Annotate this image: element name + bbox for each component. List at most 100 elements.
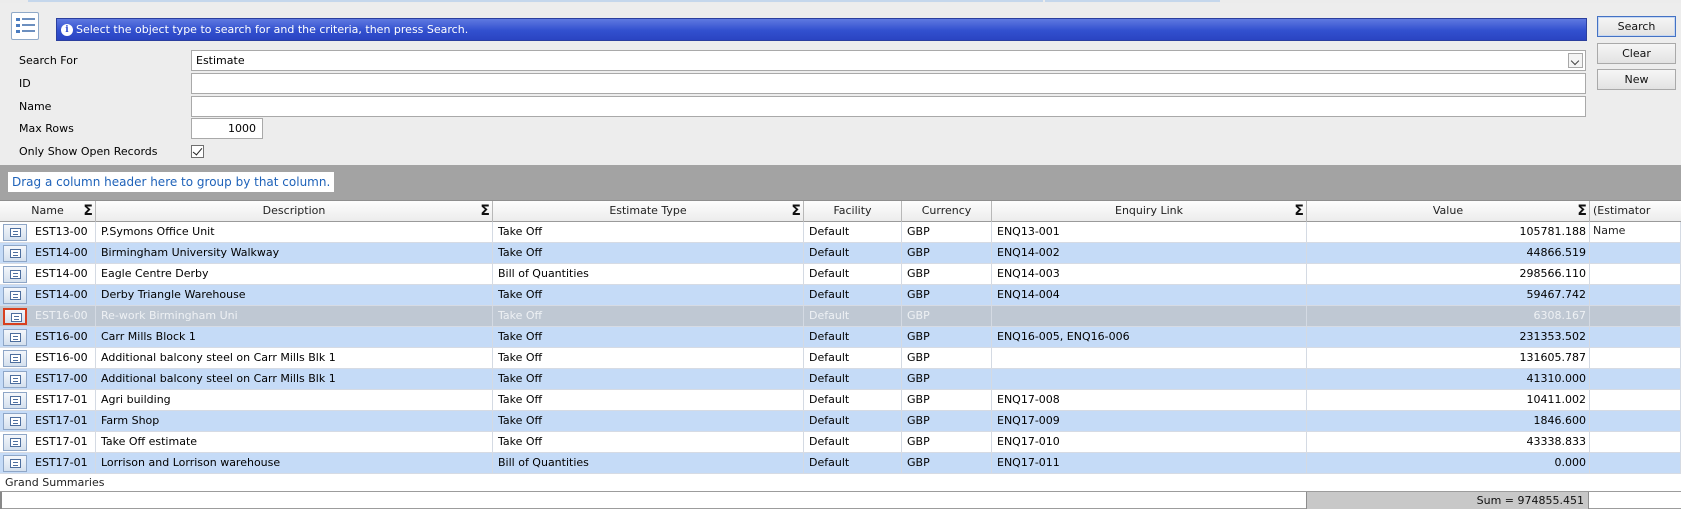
column-header-value[interactable]: Value Σ [1307,201,1590,222]
cell-enquiry: ENQ17-009 [992,411,1307,431]
open-record-icon[interactable] [3,224,27,241]
open-record-icon[interactable] [3,266,27,283]
open-record-icon[interactable] [3,245,27,262]
open-record-icon[interactable] [3,287,27,304]
grand-summaries-label: Grand Summaries [5,476,105,489]
column-header-estimate-type[interactable]: Estimate Type Σ [493,201,804,222]
table-row[interactable]: EST14-00 Derby Triangle Warehouse Take Off… [0,285,1681,306]
cell-facility: Default [804,222,902,242]
value-sum: Sum = 974855.451 [1306,492,1589,509]
cell-type: Take Off [493,411,804,431]
column-header-facility[interactable]: Facility [804,201,902,222]
cell-estimator-name [1590,285,1681,305]
open-records-checkbox[interactable] [191,145,204,158]
cell-currency: GBP [902,243,992,263]
name-input[interactable] [191,96,1586,117]
cell-currency: GBP [902,411,992,431]
cell-estimator-name [1590,432,1681,452]
cell-estimator-name [1590,411,1681,431]
cell-value: 41310.000 [1307,369,1590,389]
cell-type: Take Off [493,222,804,242]
table-row[interactable]: EST16-00 Re-work Birmingham Uni Take Off De… [0,306,1681,327]
cell-name: EST14-00 [30,264,96,284]
open-record-icon[interactable] [3,308,27,325]
open-record-icon[interactable] [3,329,27,346]
group-by-hint: Drag a column header here to group by th… [8,172,335,192]
table-row[interactable]: EST17-00 Additional balcony steel on Carr… [0,369,1681,390]
column-header-name[interactable]: Name Σ [0,201,96,222]
cell-enquiry: ENQ17-010 [992,432,1307,452]
cell-facility: Default [804,243,902,263]
cell-type: Bill of Quantities [493,453,804,473]
cell-name: EST17-01 [30,432,96,452]
name-label: Name [19,100,52,113]
search-button[interactable]: Search [1597,16,1676,37]
cell-name: EST14-00 [30,285,96,305]
cell-facility: Default [804,285,902,305]
grid-header: Name Σ Description Σ Estimate Type Σ Facili… [0,201,1681,237]
max-rows-input[interactable]: 1000 [191,118,263,139]
cell-value: 43338.833 [1307,432,1590,452]
cell-currency: GBP [902,348,992,368]
table-row[interactable]: EST13-00 P.Symons Office Unit Take Off Defa… [0,222,1681,243]
results-grid: Name Σ Description Σ Estimate Type Σ Facili… [0,200,1681,514]
sigma-icon[interactable]: Σ [791,202,801,220]
cell-type: Take Off [493,348,804,368]
cell-name: EST16-00 [30,348,96,368]
sigma-icon[interactable]: Σ [83,202,93,220]
cell-type: Take Off [493,390,804,410]
column-header-currency[interactable]: Currency [902,201,992,222]
info-message: Select the object type to search for and… [76,23,469,36]
cell-estimator-name [1590,453,1681,473]
table-row[interactable]: EST17-01 Lorrison and Lorrison warehouse B… [0,453,1681,474]
table-row[interactable]: EST14-00 Birmingham University Walkway Tak… [0,243,1681,264]
search-for-select[interactable]: Estimate [191,50,1586,71]
open-record-icon[interactable] [3,434,27,451]
cell-estimator-name [1590,222,1681,242]
column-header-description[interactable]: Description Σ [96,201,493,222]
table-row[interactable]: EST14-00 Eagle Centre Derby Bill of Quanti… [0,264,1681,285]
cell-facility: Default [804,327,902,347]
cell-estimator-name [1590,327,1681,347]
cell-currency: GBP [902,327,992,347]
grand-summaries-row: Sum = 974855.451 [0,491,1681,509]
sigma-icon[interactable]: Σ [1294,202,1304,220]
sigma-icon[interactable]: Σ [1577,202,1587,220]
table-row[interactable]: EST16-00 Carr Mills Block 1 Take Off Defaul… [0,327,1681,348]
cell-estimator-name [1590,306,1681,326]
cell-name: EST16-00 [30,327,96,347]
open-record-icon[interactable] [3,413,27,430]
cell-facility: Default [804,306,902,326]
chevron-down-icon[interactable] [1568,53,1583,68]
clear-button[interactable]: Clear [1597,43,1676,64]
cell-description: Birmingham University Walkway [96,243,493,263]
search-form-icon [11,12,39,40]
open-record-icon[interactable] [3,350,27,367]
cell-description: Eagle Centre Derby [96,264,493,284]
column-header-enquiry-link[interactable]: Enquiry Link Σ [992,201,1307,222]
cell-type: Take Off [493,369,804,389]
table-row[interactable]: EST17-01 Farm Shop Take Off Default GBP ENQ17… [0,411,1681,432]
cell-currency: GBP [902,432,992,452]
id-input[interactable] [191,73,1586,94]
cell-estimator-name [1590,348,1681,368]
cell-type: Bill of Quantities [493,264,804,284]
group-by-panel[interactable]: Drag a column header here to group by th… [0,165,1681,200]
cell-facility: Default [804,369,902,389]
table-row[interactable]: EST17-01 Agri building Take Off Default GBP E… [0,390,1681,411]
open-record-icon[interactable] [3,371,27,388]
sigma-icon[interactable]: Σ [480,202,490,220]
table-row[interactable]: EST16-00 Additional balcony steel on Carr… [0,348,1681,369]
cell-currency: GBP [902,390,992,410]
table-row[interactable]: EST17-01 Take Off estimate Take Off Default… [0,432,1681,453]
cell-name: EST17-01 [30,453,96,473]
open-record-icon[interactable] [3,392,27,409]
column-header-estimator-name[interactable]: (Estimator Name [1590,201,1681,237]
cell-facility: Default [804,348,902,368]
open-record-icon[interactable] [3,455,27,472]
cell-facility: Default [804,390,902,410]
new-button[interactable]: New [1597,69,1676,90]
cell-enquiry: ENQ14-004 [992,285,1307,305]
cell-description: Derby Triangle Warehouse [96,285,493,305]
cell-estimator-name [1590,243,1681,263]
